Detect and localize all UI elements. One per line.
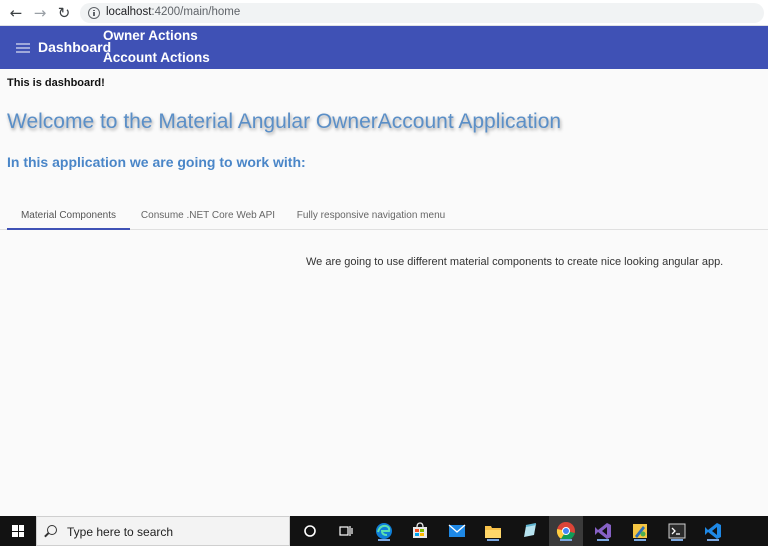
url-host: localhost [106, 6, 152, 18]
tab-group: Material Components Consume .NET Core We… [0, 200, 768, 230]
page-title: Welcome to the Material Angular OwnerAcc… [7, 110, 562, 133]
cortana-icon[interactable] [300, 521, 320, 541]
file-explorer-icon[interactable] [483, 521, 503, 541]
terminal-icon[interactable] [667, 521, 687, 541]
address-bar[interactable]: localhost:4200/main/home [80, 3, 764, 23]
taskbar-search-box[interactable]: Type here to search [36, 516, 290, 546]
vscode-icon[interactable] [703, 521, 723, 541]
taskbar: Type here to search [0, 516, 768, 546]
paint-icon[interactable] [630, 521, 650, 541]
tab-consume-web-api[interactable]: Consume .NET Core Web API [133, 200, 283, 230]
url-path: :4200/main/home [151, 6, 241, 18]
reload-icon[interactable]: ↻ [54, 3, 74, 23]
visual-studio-icon[interactable] [593, 521, 613, 541]
app-toolbar: Dashboard Owner Actions Account Actions [0, 26, 768, 69]
back-arrow-icon[interactable]: ← [6, 3, 26, 23]
task-view-icon[interactable] [336, 521, 356, 541]
search-icon [47, 525, 57, 535]
tab-responsive-navigation[interactable]: Fully responsive navigation menu [290, 200, 452, 230]
search-placeholder: Type here to search [67, 525, 174, 539]
notes-icon[interactable] [520, 521, 540, 541]
site-info-icon[interactable] [88, 7, 100, 19]
chrome-icon[interactable] [556, 521, 576, 541]
windows-start-icon[interactable] [0, 516, 36, 546]
menu-icon[interactable] [16, 43, 30, 53]
url-text[interactable]: localhost:4200/main/home [106, 6, 240, 18]
tab-body-text: We are going to use different material c… [306, 256, 724, 268]
store-icon[interactable] [410, 521, 430, 541]
edge-icon[interactable] [374, 521, 394, 541]
active-tab-indicator [7, 228, 130, 230]
owner-actions-link[interactable]: Owner Actions [103, 28, 198, 43]
forward-arrow-icon[interactable]: → [30, 3, 50, 23]
page-subtitle: In this application we are going to work… [7, 154, 306, 170]
tab-material-components[interactable]: Material Components [7, 200, 130, 230]
dashboard-link[interactable]: Dashboard [38, 39, 111, 55]
mail-icon[interactable] [447, 521, 467, 541]
account-actions-link[interactable]: Account Actions [103, 50, 210, 65]
browser-chrome: ← → ↻ localhost:4200/main/home [0, 0, 768, 26]
dashboard-text: This is dashboard! [7, 77, 105, 89]
